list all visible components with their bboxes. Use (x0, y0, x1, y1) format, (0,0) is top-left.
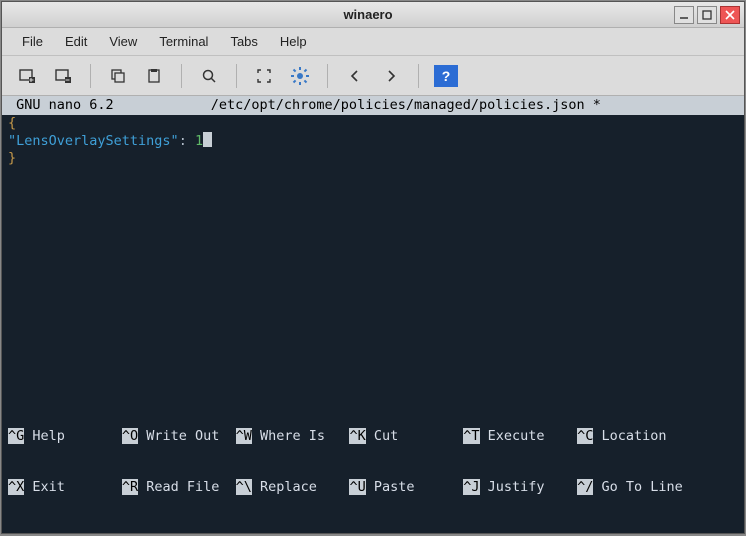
menu-tabs[interactable]: Tabs (220, 31, 267, 52)
settings-icon[interactable] (285, 62, 315, 90)
close-tab-icon[interactable] (48, 62, 78, 90)
close-button[interactable] (720, 6, 740, 24)
forward-icon[interactable] (376, 62, 406, 90)
toolbar: ? (2, 56, 744, 96)
json-colon: : (179, 133, 195, 149)
menu-edit[interactable]: Edit (55, 31, 97, 52)
nano-filename: /etc/opt/chrome/policies/managed/policie… (114, 97, 698, 114)
application-window: winaero File Edit View Terminal Tabs Hel… (1, 1, 745, 534)
json-close-brace: } (8, 150, 16, 166)
back-icon[interactable] (340, 62, 370, 90)
help-icon[interactable]: ? (431, 62, 461, 90)
shortcut-row-1: ^G Help ^O Write Out ^W Where Is ^K Cut … (8, 428, 738, 445)
shortcut-row-2: ^X Exit ^R Read File ^\ Replace ^U Paste… (8, 479, 738, 496)
new-tab-icon[interactable] (12, 62, 42, 90)
toolbar-separator (418, 64, 419, 88)
minimize-button[interactable] (674, 6, 694, 24)
json-open-brace: { (8, 115, 16, 131)
json-value: 1 (195, 133, 203, 149)
menu-file[interactable]: File (12, 31, 53, 52)
nano-header: GNU nano 6.2 /etc/opt/chrome/policies/ma… (2, 96, 744, 115)
window-controls (674, 6, 744, 24)
menubar: File Edit View Terminal Tabs Help (2, 28, 744, 56)
nano-version: GNU nano 6.2 (8, 97, 114, 114)
editor-content[interactable]: { "LensOverlaySettings": 1 } (2, 115, 744, 169)
titlebar[interactable]: winaero (2, 2, 744, 28)
menu-help[interactable]: Help (270, 31, 317, 52)
terminal-area[interactable]: GNU nano 6.2 /etc/opt/chrome/policies/ma… (2, 96, 744, 394)
toolbar-separator (90, 64, 91, 88)
fullscreen-icon[interactable] (249, 62, 279, 90)
toolbar-separator (181, 64, 182, 88)
toolbar-separator (327, 64, 328, 88)
paste-icon[interactable] (139, 62, 169, 90)
nano-shortcuts: ^G Help ^O Write Out ^W Where Is ^K Cut … (2, 394, 744, 533)
menu-view[interactable]: View (99, 31, 147, 52)
maximize-button[interactable] (697, 6, 717, 24)
search-icon[interactable] (194, 62, 224, 90)
menu-terminal[interactable]: Terminal (149, 31, 218, 52)
window-title: winaero (62, 7, 674, 22)
toolbar-separator (236, 64, 237, 88)
text-cursor (203, 132, 212, 147)
copy-icon[interactable] (103, 62, 133, 90)
json-key: "LensOverlaySettings" (8, 133, 179, 149)
